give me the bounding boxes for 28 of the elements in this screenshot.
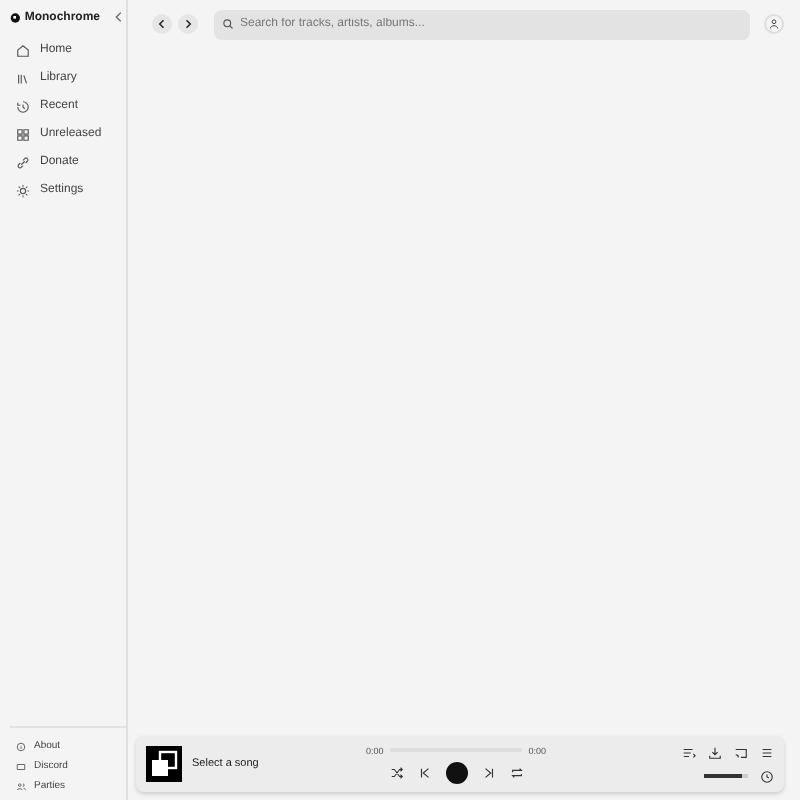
forward-button[interactable] bbox=[178, 14, 198, 34]
cast-icon[interactable] bbox=[734, 745, 748, 759]
play-button[interactable] bbox=[445, 761, 467, 783]
gear-icon bbox=[16, 183, 30, 197]
profile-button[interactable] bbox=[764, 14, 784, 34]
queue-icon[interactable] bbox=[682, 745, 696, 759]
repeat-icon[interactable] bbox=[509, 765, 523, 779]
chevron-left-icon bbox=[156, 18, 168, 30]
link-icon bbox=[16, 155, 30, 169]
chevron-right-icon bbox=[182, 18, 194, 30]
logo-icon bbox=[10, 11, 21, 23]
next-icon[interactable] bbox=[481, 765, 495, 779]
info-icon bbox=[16, 741, 26, 751]
user-icon bbox=[768, 18, 780, 30]
album-art-icon bbox=[146, 746, 182, 782]
search-icon bbox=[222, 18, 234, 30]
back-button[interactable] bbox=[152, 14, 172, 34]
previous-icon[interactable] bbox=[417, 765, 431, 779]
grid-icon bbox=[16, 127, 30, 141]
library-icon bbox=[16, 71, 30, 85]
download-icon[interactable] bbox=[708, 745, 722, 759]
collapse-icon[interactable] bbox=[112, 10, 126, 24]
timer-icon[interactable] bbox=[760, 769, 774, 783]
shuffle-icon[interactable] bbox=[389, 765, 403, 779]
recent-icon bbox=[16, 99, 30, 113]
home-icon bbox=[16, 43, 30, 57]
menu-icon[interactable] bbox=[760, 745, 774, 759]
people-icon bbox=[16, 781, 26, 791]
